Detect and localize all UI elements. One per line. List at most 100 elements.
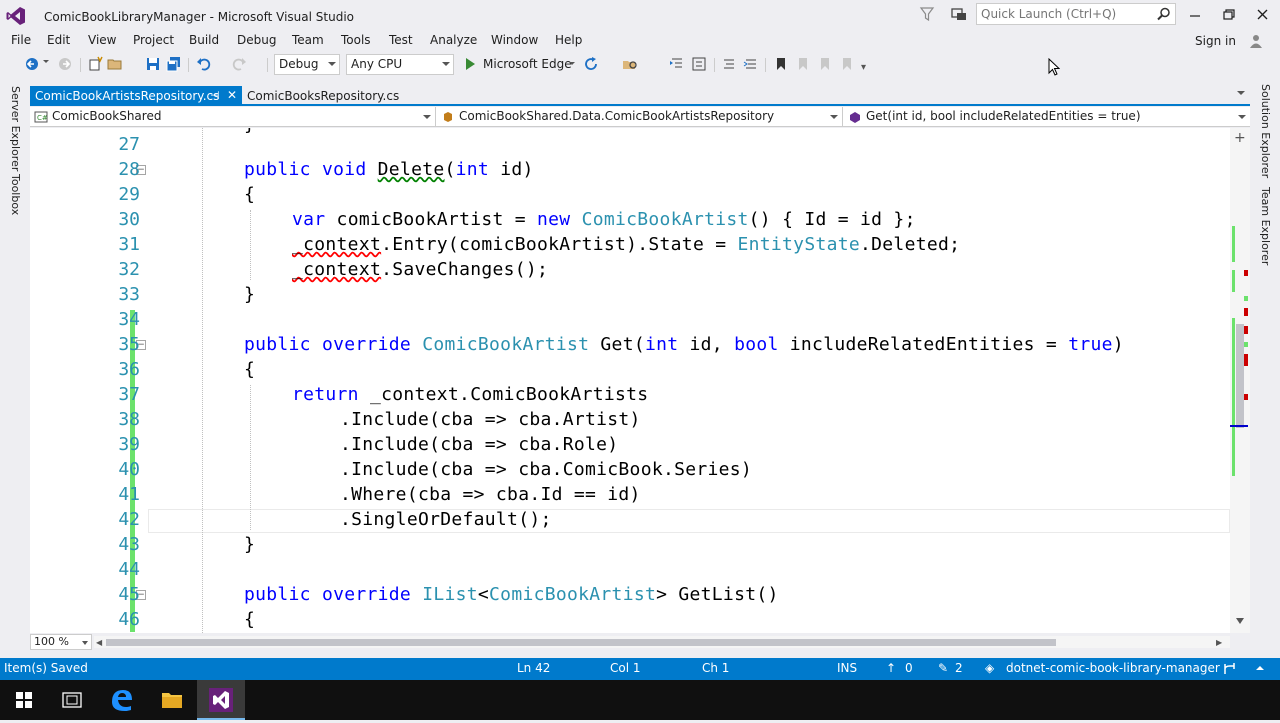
comment-lines-icon[interactable] bbox=[721, 56, 737, 72]
tab-comicbookartistsrepository[interactable]: ComicBookArtistsRepository.cs ⊣ ✕ bbox=[30, 86, 242, 106]
open-file-icon[interactable] bbox=[107, 56, 123, 72]
menu-edit[interactable]: Edit bbox=[47, 33, 70, 47]
save-icon[interactable] bbox=[145, 56, 161, 72]
pin-icon[interactable]: ⊣ bbox=[210, 89, 220, 102]
play-icon bbox=[466, 58, 475, 70]
maximize-button[interactable] bbox=[1214, 4, 1244, 26]
feedback-icon[interactable] bbox=[950, 6, 968, 24]
line-number: 31 bbox=[118, 234, 140, 255]
solution-configuration-value: Debug bbox=[279, 57, 319, 71]
code-line: var comicBookArtist = new ComicBookArtis… bbox=[292, 209, 916, 230]
horizontal-scrollbar[interactable]: ◀ ▶ bbox=[94, 636, 1230, 648]
push-arrow-icon[interactable]: ↑ bbox=[886, 661, 896, 675]
task-view-button[interactable] bbox=[48, 680, 96, 720]
close-button[interactable] bbox=[1248, 4, 1278, 26]
current-line-highlight bbox=[148, 509, 1230, 533]
title-bar: ComicBookLibraryManager - Microsoft Visu… bbox=[0, 0, 1280, 32]
solution-platform-value: Any CPU bbox=[351, 57, 403, 71]
save-all-icon[interactable] bbox=[166, 56, 182, 72]
redo-icon[interactable] bbox=[231, 56, 247, 72]
step-over-icon[interactable] bbox=[691, 56, 707, 72]
navigate-back-dropdown[interactable] bbox=[43, 60, 49, 63]
step-into-icon[interactable] bbox=[669, 56, 685, 72]
code-line: _context.Entry(comicBookArtist).State = … bbox=[292, 234, 961, 255]
refresh-icon[interactable] bbox=[583, 56, 599, 72]
find-in-files-icon[interactable] bbox=[622, 56, 638, 72]
class-icon bbox=[444, 112, 452, 122]
start-button[interactable] bbox=[0, 680, 48, 720]
minimize-button[interactable] bbox=[1180, 4, 1210, 26]
tab-list-dropdown[interactable] bbox=[1237, 91, 1245, 95]
right-tool-window-strip: Solution Explorer Team Explorer bbox=[1250, 80, 1280, 660]
account-icon[interactable] bbox=[1248, 33, 1264, 49]
pencil-icon[interactable]: ✎ bbox=[938, 661, 948, 675]
horizontal-scroll-thumb[interactable] bbox=[106, 639, 1056, 646]
branch-icon[interactable] bbox=[1222, 662, 1238, 676]
previous-bookmark-icon bbox=[799, 58, 807, 70]
menu-file[interactable]: File bbox=[11, 33, 31, 47]
menu-analyze[interactable]: Analyze bbox=[430, 33, 477, 47]
file-explorer-button[interactable] bbox=[148, 680, 196, 720]
status-column: Col 1 bbox=[610, 661, 641, 675]
scroll-left-icon[interactable]: ◀ bbox=[96, 638, 102, 647]
menu-window[interactable]: Window bbox=[491, 33, 538, 47]
type-dropdown[interactable]: ComicBookShared.Data.ComicBookArtistsRep… bbox=[437, 107, 843, 127]
repository-icon[interactable]: ◈ bbox=[985, 661, 994, 675]
search-icon[interactable] bbox=[1157, 7, 1171, 21]
edge-icon bbox=[112, 690, 132, 711]
scroll-right-icon[interactable]: ▶ bbox=[1216, 638, 1222, 647]
quick-launch-box[interactable] bbox=[976, 3, 1176, 25]
code-line: public override ComicBookArtist Get(int … bbox=[244, 334, 1124, 355]
menu-team[interactable]: Team bbox=[292, 33, 324, 47]
bookmark-icon[interactable] bbox=[773, 56, 789, 72]
pending-changes-count[interactable]: 2 bbox=[955, 661, 963, 675]
tab-label: ComicBooksRepository.cs bbox=[247, 89, 400, 103]
visual-studio-logo-icon bbox=[6, 7, 25, 25]
folder-icon bbox=[162, 693, 182, 708]
menu-build[interactable]: Build bbox=[189, 33, 219, 47]
menu-debug[interactable]: Debug bbox=[237, 33, 276, 47]
menu-test[interactable]: Test bbox=[389, 33, 413, 47]
member-dropdown[interactable]: Get(int id, bool includeRelatedEntities … bbox=[844, 107, 1250, 127]
line-number: 45 bbox=[118, 584, 140, 605]
line-number: 36 bbox=[118, 359, 140, 380]
line-number: 39 bbox=[118, 434, 140, 455]
uncomment-lines-icon[interactable] bbox=[743, 56, 759, 72]
zoom-level-dropdown[interactable]: 100 % bbox=[30, 634, 92, 650]
navigate-forward-icon[interactable] bbox=[57, 56, 73, 72]
unpushed-commits-count[interactable]: 0 bbox=[905, 661, 913, 675]
team-explorer-tab[interactable]: Team Explorer bbox=[1259, 187, 1272, 265]
menu-tools[interactable]: Tools bbox=[341, 33, 371, 47]
edge-browser-button[interactable] bbox=[98, 680, 146, 720]
project-dropdown[interactable]: C# ComicBookShared bbox=[30, 107, 436, 127]
vertical-scrollbar[interactable]: + bbox=[1230, 128, 1250, 633]
menu-view[interactable]: View bbox=[88, 33, 116, 47]
indent-guide bbox=[250, 385, 251, 530]
solution-platform-dropdown[interactable]: Any CPU bbox=[346, 54, 454, 75]
code-editor[interactable]: − − − } 27 28 29 30 31 32 33 34 35 36 37… bbox=[30, 128, 1250, 633]
close-tab-icon[interactable]: ✕ bbox=[227, 88, 237, 102]
new-project-icon[interactable] bbox=[88, 56, 104, 72]
code-line: .Include(cba => cba.Role) bbox=[340, 434, 619, 455]
menu-project[interactable]: Project bbox=[133, 33, 174, 47]
server-explorer-tab[interactable]: Server Explorer bbox=[9, 86, 22, 171]
notification-filter-icon[interactable] bbox=[919, 6, 935, 22]
toolbar-overflow-icon[interactable]: ▾ bbox=[861, 62, 866, 73]
status-bar-expand-icon[interactable] bbox=[1256, 666, 1264, 670]
undo-icon[interactable] bbox=[196, 56, 212, 72]
menu-help[interactable]: Help bbox=[555, 33, 582, 47]
solution-configuration-dropdown[interactable]: Debug bbox=[274, 54, 340, 75]
quick-launch-input[interactable] bbox=[981, 6, 1151, 22]
svg-text:C#: C# bbox=[37, 114, 48, 122]
sign-in-link[interactable]: Sign in bbox=[1195, 34, 1236, 48]
solution-explorer-tab[interactable]: Solution Explorer bbox=[1259, 84, 1272, 178]
run-target-dropdown[interactable] bbox=[569, 62, 575, 65]
chevron-down-icon bbox=[1238, 115, 1246, 119]
member-name: Get(int id, bool includeRelatedEntities … bbox=[866, 109, 1141, 123]
code-line: public void Delete(int id) bbox=[244, 159, 534, 180]
line-number: 41 bbox=[118, 484, 140, 505]
toolbox-tab[interactable]: Toolbox bbox=[9, 174, 22, 215]
repository-name[interactable]: dotnet-comic-book-library-manager bbox=[1006, 661, 1220, 675]
navigate-back-icon[interactable] bbox=[24, 56, 40, 72]
visual-studio-taskbar-button[interactable] bbox=[197, 680, 245, 720]
